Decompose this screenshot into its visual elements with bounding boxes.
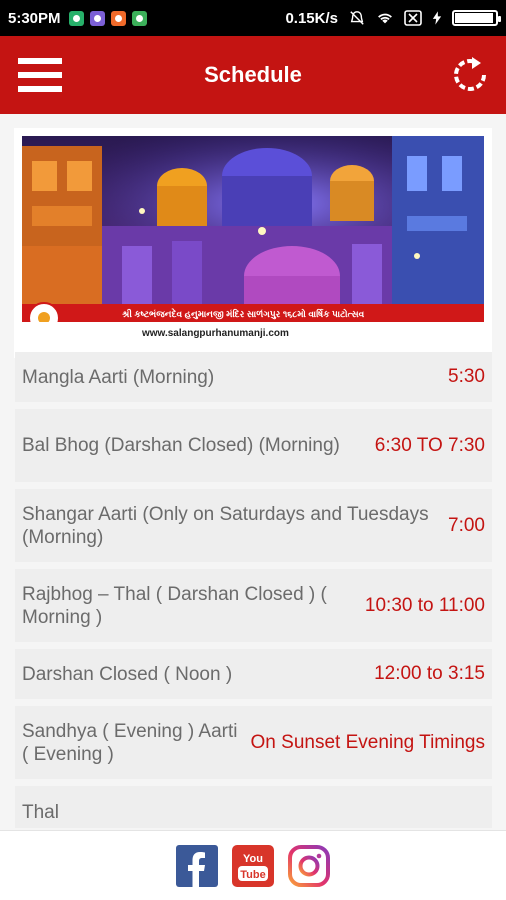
temple-banner-image: શ્રી કષ્ટભંજનદેવ હનુમાનજી મંદિર સાળંગપુર… bbox=[22, 136, 484, 348]
schedule-row-label: Sandhya ( Evening ) Aarti ( Evening ) bbox=[22, 720, 238, 765]
youtube-text-top: You bbox=[243, 853, 263, 865]
schedule-list: Mangla Aarti (Morning) 5:30 Bal Bhog (Dars… bbox=[15, 352, 492, 830]
schedule-row-label: Darshan Closed ( Noon ) bbox=[22, 663, 233, 685]
schedule-row[interactable]: Shangar Aarti (Only on Saturdays and Tue… bbox=[15, 489, 492, 562]
status-bar: 5:30PM 0.15K/s bbox=[0, 0, 506, 36]
app-notification-icon-green bbox=[68, 10, 84, 26]
schedule-row-time: On Sunset Evening Timings bbox=[250, 731, 485, 753]
schedule-row[interactable]: Darshan Closed ( Noon ) 12:00 to 3:15 bbox=[15, 649, 492, 699]
app-notification-icon-orange bbox=[110, 10, 126, 26]
schedule-row-time: 12:00 to 3:15 bbox=[374, 663, 485, 684]
status-time: 5:30PM bbox=[8, 9, 61, 27]
refresh-icon[interactable] bbox=[450, 55, 490, 95]
network-speed: 0.15K/s bbox=[285, 9, 338, 27]
schedule-row[interactable]: Rajbhog – Thal ( Darshan Closed ) ( Morn… bbox=[15, 569, 492, 642]
schedule-row[interactable]: Bal Bhog (Darshan Closed) (Morning) 6:30 … bbox=[15, 409, 492, 482]
page-title: Schedule bbox=[204, 62, 302, 87]
wifi-icon bbox=[378, 13, 392, 24]
battery-icon bbox=[452, 10, 501, 26]
instagram-icon[interactable] bbox=[288, 844, 330, 887]
schedule-row-label: Thal bbox=[22, 802, 59, 823]
schedule-row-time: 5:30 bbox=[448, 366, 485, 387]
schedule-row[interactable]: Sandhya ( Evening ) Aarti ( Evening ) On … bbox=[15, 706, 492, 779]
social-footer: You Tube bbox=[0, 830, 506, 900]
schedule-row[interactable]: Mangla Aarti (Morning) 5:30 bbox=[15, 352, 492, 402]
charging-icon bbox=[432, 11, 442, 25]
temple-banner: શ્રી કષ્ટભંજનદેવ હનુમાનજી મંદિર સાળંગપુર… bbox=[14, 128, 492, 358]
schedule-row-label: Bal Bhog (Darshan Closed) (Morning) bbox=[22, 435, 340, 456]
youtube-icon[interactable]: You Tube bbox=[232, 844, 274, 887]
battery-level bbox=[455, 13, 493, 23]
schedule-row-label: Rajbhog – Thal ( Darshan Closed ) ( Morn… bbox=[22, 583, 327, 628]
schedule-row-time: 6:30 TO 7:30 bbox=[374, 434, 485, 456]
no-sim-icon bbox=[404, 10, 422, 26]
facebook-icon[interactable] bbox=[176, 844, 218, 887]
app-notification-icon-green bbox=[131, 10, 147, 26]
schedule-row-time: 10:30 to 11:00 bbox=[364, 594, 485, 616]
app-bar: Schedule bbox=[0, 36, 506, 114]
schedule-row-label: Shangar Aarti (Only on Saturdays and Tue… bbox=[22, 503, 429, 548]
notifications-muted-icon bbox=[350, 11, 364, 25]
schedule-row[interactable]: Thal bbox=[15, 786, 492, 828]
app-notification-icon-purple bbox=[89, 10, 105, 26]
youtube-text-bottom: Tube bbox=[240, 869, 265, 881]
schedule-content[interactable]: શ્રી કષ્ટભંજનદેવ હનુમાનજી મંદિર સાળંગપુર… bbox=[0, 114, 506, 830]
schedule-row-time: 7:00 bbox=[448, 514, 485, 536]
banner-url: www.salangpurhanumanji.com bbox=[141, 328, 289, 339]
banner-caption: શ્રી કષ્ટભંજનદેવ હનુમાનજી મંદિર સાળંગપુર… bbox=[122, 307, 365, 321]
schedule-row-label: Mangla Aarti (Morning) bbox=[22, 366, 215, 388]
